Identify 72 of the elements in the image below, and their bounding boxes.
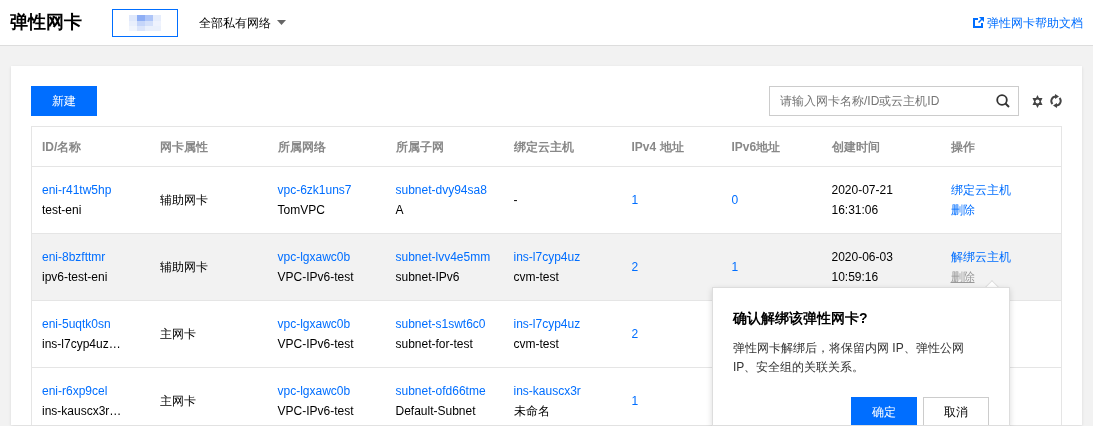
subnet-link[interactable]: subnet-s1swt6c0 — [395, 314, 486, 334]
subnet-name: Default-Subnet — [395, 404, 476, 418]
confirm-button[interactable]: 确定 — [851, 397, 917, 425]
vpc-name: VPC-IPv6-test — [277, 270, 354, 284]
column-header: 操作 — [940, 126, 1062, 167]
host-name: cvm-test — [513, 337, 559, 351]
host-link[interactable]: ins-l7cyp4uz — [513, 314, 581, 334]
column-header: 所属子网 — [385, 126, 504, 167]
nic-attribute: 辅助网卡 — [159, 193, 208, 207]
nic-name: ins-l7cyp4uz… — [42, 337, 121, 351]
action-link[interactable]: 绑定云主机 — [950, 180, 1011, 200]
empty-value: - — [513, 193, 518, 207]
page-title: 弹性网卡 — [10, 11, 82, 34]
nic-id-link[interactable]: eni-r6xp9cel — [42, 381, 108, 401]
nic-name: ins-kauscx3r… — [42, 404, 122, 418]
nic-attribute: 主网卡 — [159, 394, 196, 408]
subnet-name: A — [395, 203, 404, 217]
subnet-link[interactable]: subnet-dvy94sa8 — [395, 180, 487, 200]
vpc-link[interactable]: vpc-lgxawc0b — [277, 247, 351, 267]
nic-name: ipv6-test-eni — [42, 270, 108, 284]
subnet-name: subnet-for-test — [395, 337, 473, 351]
vpc-link[interactable]: vpc-lgxawc0b — [277, 314, 351, 334]
cancel-button[interactable]: 取消 — [923, 397, 989, 425]
host-link[interactable]: ins-kauscx3r — [513, 381, 581, 401]
create-button[interactable]: 新建 — [31, 86, 97, 116]
popover-title: 确认解绑该弹性网卡? — [733, 309, 869, 328]
subnet-name: subnet-IPv6 — [395, 270, 460, 284]
search-icon[interactable] — [996, 94, 1010, 108]
nic-id-link[interactable]: eni-8bzfttmr — [42, 247, 106, 267]
subnet-link[interactable]: subnet-ofd66tme — [395, 381, 486, 401]
popover-message: 弹性网卡解绑后，将保留内网 IP、弹性公网 IP、安全组的关联关系。 — [733, 340, 965, 376]
network-filter-dropdown[interactable]: 全部私有网络 — [198, 12, 287, 33]
created-time: 2020-06-03 — [831, 250, 893, 264]
help-link[interactable]: 弹性网卡帮助文档 — [973, 13, 1083, 32]
column-header: IPv6地址 — [721, 126, 822, 167]
column-header: 创建时间 — [821, 126, 941, 167]
column-header: 网卡属性 — [149, 126, 268, 167]
ipv4-count-link[interactable]: 1 — [631, 190, 639, 210]
column-header: 绑定云主机 — [503, 126, 622, 167]
column-header: 所属网络 — [267, 126, 386, 167]
nic-name: test-eni — [42, 203, 82, 217]
action-link[interactable]: 删除 — [950, 200, 975, 220]
nic-attribute: 主网卡 — [159, 327, 196, 341]
vpc-name: TomVPC — [277, 203, 325, 217]
ipv6-count-link[interactable]: 1 — [731, 257, 739, 277]
region-selector[interactable] — [112, 8, 178, 37]
external-link-icon — [973, 17, 984, 28]
settings-icon[interactable] — [1031, 94, 1044, 108]
ipv4-count-link[interactable]: 2 — [631, 324, 639, 344]
ipv6-count-link[interactable]: 0 — [731, 190, 739, 210]
search-field[interactable]: 请输入网卡名称/ID或云主机ID — [769, 86, 1019, 116]
host-link[interactable]: ins-l7cyp4uz — [513, 247, 581, 267]
refresh-icon[interactable] — [1050, 94, 1062, 108]
action-link[interactable]: 解绑云主机 — [950, 247, 1011, 267]
vpc-name: VPC-IPv6-test — [277, 404, 354, 418]
caret-icon — [277, 20, 286, 25]
nic-id-link[interactable]: eni-r41tw5hp — [42, 180, 112, 200]
host-name: cvm-test — [513, 270, 559, 284]
nic-attribute: 辅助网卡 — [159, 260, 208, 274]
created-time: 2020-07-21 — [831, 183, 893, 197]
vpc-link[interactable]: vpc-6zk1uns7 — [277, 180, 352, 200]
ipv4-count-link[interactable]: 1 — [631, 391, 639, 411]
vpc-name: VPC-IPv6-test — [277, 337, 354, 351]
column-header: ID/名称 — [31, 126, 150, 167]
vpc-link[interactable]: vpc-lgxawc0b — [277, 381, 351, 401]
created-time: 10:59:16 — [831, 270, 879, 284]
ipv4-count-link[interactable]: 2 — [631, 257, 639, 277]
nic-id-link[interactable]: eni-5uqtk0sn — [42, 314, 111, 334]
column-header: IPv4 地址 — [621, 126, 722, 167]
host-name: 未命名 — [513, 404, 550, 418]
created-time: 16:31:06 — [831, 203, 879, 217]
subnet-link[interactable]: subnet-lvv4e5mm — [395, 247, 491, 267]
